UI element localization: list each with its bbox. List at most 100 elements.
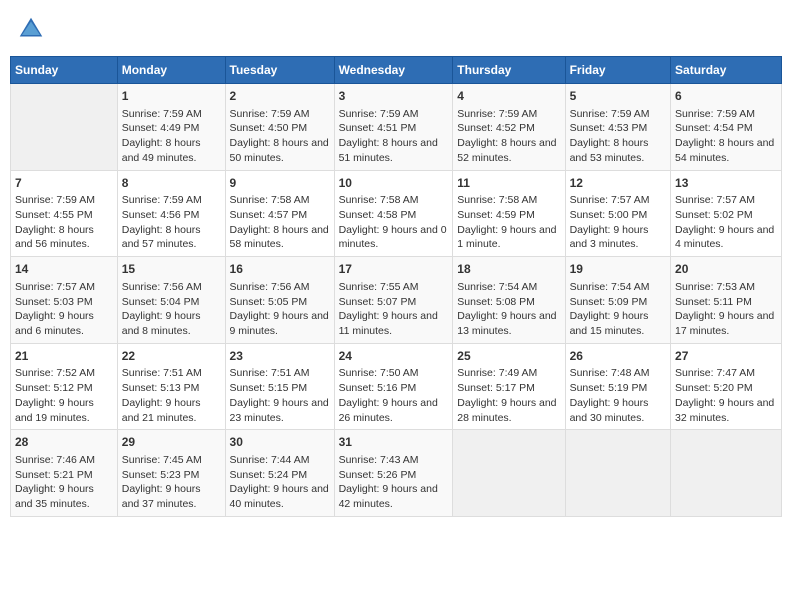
- day-number: 30: [230, 434, 330, 451]
- day-number: 31: [339, 434, 449, 451]
- week-row-5: 28 Sunrise: 7:46 AMSunset: 5:21 PMDaylig…: [11, 430, 782, 517]
- day-cell: 31 Sunrise: 7:43 AMSunset: 5:26 PMDaylig…: [334, 430, 453, 517]
- day-info: Sunrise: 7:59 AMSunset: 4:54 PMDaylight:…: [675, 107, 777, 166]
- day-cell: [453, 430, 565, 517]
- day-number: 28: [15, 434, 113, 451]
- col-header-wednesday: Wednesday: [334, 57, 453, 84]
- day-info: Sunrise: 7:57 AMSunset: 5:00 PMDaylight:…: [570, 193, 666, 252]
- day-info: Sunrise: 7:58 AMSunset: 4:58 PMDaylight:…: [339, 193, 449, 252]
- day-cell: 13 Sunrise: 7:57 AMSunset: 5:02 PMDaylig…: [671, 170, 782, 257]
- day-cell: 21 Sunrise: 7:52 AMSunset: 5:12 PMDaylig…: [11, 343, 118, 430]
- day-cell: 8 Sunrise: 7:59 AMSunset: 4:56 PMDayligh…: [117, 170, 225, 257]
- day-info: Sunrise: 7:44 AMSunset: 5:24 PMDaylight:…: [230, 453, 330, 512]
- day-number: 14: [15, 261, 113, 278]
- day-info: Sunrise: 7:59 AMSunset: 4:49 PMDaylight:…: [122, 107, 221, 166]
- day-info: Sunrise: 7:59 AMSunset: 4:52 PMDaylight:…: [457, 107, 560, 166]
- day-cell: [11, 84, 118, 171]
- day-number: 25: [457, 348, 560, 365]
- day-info: Sunrise: 7:51 AMSunset: 5:15 PMDaylight:…: [230, 366, 330, 425]
- day-cell: 18 Sunrise: 7:54 AMSunset: 5:08 PMDaylig…: [453, 257, 565, 344]
- day-info: Sunrise: 7:56 AMSunset: 5:04 PMDaylight:…: [122, 280, 221, 339]
- day-cell: 28 Sunrise: 7:46 AMSunset: 5:21 PMDaylig…: [11, 430, 118, 517]
- day-number: 12: [570, 175, 666, 192]
- day-cell: 1 Sunrise: 7:59 AMSunset: 4:49 PMDayligh…: [117, 84, 225, 171]
- day-cell: 3 Sunrise: 7:59 AMSunset: 4:51 PMDayligh…: [334, 84, 453, 171]
- col-header-friday: Friday: [565, 57, 670, 84]
- day-cell: 17 Sunrise: 7:55 AMSunset: 5:07 PMDaylig…: [334, 257, 453, 344]
- day-cell: 11 Sunrise: 7:58 AMSunset: 4:59 PMDaylig…: [453, 170, 565, 257]
- day-cell: 9 Sunrise: 7:58 AMSunset: 4:57 PMDayligh…: [225, 170, 334, 257]
- day-info: Sunrise: 7:59 AMSunset: 4:56 PMDaylight:…: [122, 193, 221, 252]
- week-row-2: 7 Sunrise: 7:59 AMSunset: 4:55 PMDayligh…: [11, 170, 782, 257]
- day-cell: 23 Sunrise: 7:51 AMSunset: 5:15 PMDaylig…: [225, 343, 334, 430]
- day-info: Sunrise: 7:48 AMSunset: 5:19 PMDaylight:…: [570, 366, 666, 425]
- day-cell: 15 Sunrise: 7:56 AMSunset: 5:04 PMDaylig…: [117, 257, 225, 344]
- week-row-1: 1 Sunrise: 7:59 AMSunset: 4:49 PMDayligh…: [11, 84, 782, 171]
- day-number: 24: [339, 348, 449, 365]
- day-number: 1: [122, 88, 221, 105]
- week-row-3: 14 Sunrise: 7:57 AMSunset: 5:03 PMDaylig…: [11, 257, 782, 344]
- day-info: Sunrise: 7:47 AMSunset: 5:20 PMDaylight:…: [675, 366, 777, 425]
- calendar-table: SundayMondayTuesdayWednesdayThursdayFrid…: [10, 56, 782, 517]
- day-cell: 26 Sunrise: 7:48 AMSunset: 5:19 PMDaylig…: [565, 343, 670, 430]
- header-row: SundayMondayTuesdayWednesdayThursdayFrid…: [11, 57, 782, 84]
- day-number: 7: [15, 175, 113, 192]
- day-number: 17: [339, 261, 449, 278]
- day-cell: 20 Sunrise: 7:53 AMSunset: 5:11 PMDaylig…: [671, 257, 782, 344]
- col-header-sunday: Sunday: [11, 57, 118, 84]
- day-info: Sunrise: 7:59 AMSunset: 4:50 PMDaylight:…: [230, 107, 330, 166]
- col-header-monday: Monday: [117, 57, 225, 84]
- day-info: Sunrise: 7:54 AMSunset: 5:09 PMDaylight:…: [570, 280, 666, 339]
- day-number: 8: [122, 175, 221, 192]
- day-cell: 19 Sunrise: 7:54 AMSunset: 5:09 PMDaylig…: [565, 257, 670, 344]
- day-number: 3: [339, 88, 449, 105]
- day-number: 20: [675, 261, 777, 278]
- day-cell: 6 Sunrise: 7:59 AMSunset: 4:54 PMDayligh…: [671, 84, 782, 171]
- day-number: 4: [457, 88, 560, 105]
- day-cell: 22 Sunrise: 7:51 AMSunset: 5:13 PMDaylig…: [117, 343, 225, 430]
- day-number: 15: [122, 261, 221, 278]
- day-info: Sunrise: 7:45 AMSunset: 5:23 PMDaylight:…: [122, 453, 221, 512]
- day-info: Sunrise: 7:59 AMSunset: 4:53 PMDaylight:…: [570, 107, 666, 166]
- day-number: 27: [675, 348, 777, 365]
- day-info: Sunrise: 7:57 AMSunset: 5:02 PMDaylight:…: [675, 193, 777, 252]
- day-info: Sunrise: 7:46 AMSunset: 5:21 PMDaylight:…: [15, 453, 113, 512]
- day-info: Sunrise: 7:52 AMSunset: 5:12 PMDaylight:…: [15, 366, 113, 425]
- day-number: 22: [122, 348, 221, 365]
- day-info: Sunrise: 7:56 AMSunset: 5:05 PMDaylight:…: [230, 280, 330, 339]
- day-number: 6: [675, 88, 777, 105]
- day-info: Sunrise: 7:50 AMSunset: 5:16 PMDaylight:…: [339, 366, 449, 425]
- logo-icon: [16, 14, 46, 44]
- day-cell: 10 Sunrise: 7:58 AMSunset: 4:58 PMDaylig…: [334, 170, 453, 257]
- day-info: Sunrise: 7:59 AMSunset: 4:55 PMDaylight:…: [15, 193, 113, 252]
- day-cell: 30 Sunrise: 7:44 AMSunset: 5:24 PMDaylig…: [225, 430, 334, 517]
- day-info: Sunrise: 7:55 AMSunset: 5:07 PMDaylight:…: [339, 280, 449, 339]
- day-number: 13: [675, 175, 777, 192]
- col-header-tuesday: Tuesday: [225, 57, 334, 84]
- day-number: 18: [457, 261, 560, 278]
- day-number: 2: [230, 88, 330, 105]
- day-info: Sunrise: 7:58 AMSunset: 4:57 PMDaylight:…: [230, 193, 330, 252]
- day-number: 9: [230, 175, 330, 192]
- day-info: Sunrise: 7:58 AMSunset: 4:59 PMDaylight:…: [457, 193, 560, 252]
- day-cell: [565, 430, 670, 517]
- day-cell: [671, 430, 782, 517]
- day-number: 23: [230, 348, 330, 365]
- day-info: Sunrise: 7:43 AMSunset: 5:26 PMDaylight:…: [339, 453, 449, 512]
- day-cell: 29 Sunrise: 7:45 AMSunset: 5:23 PMDaylig…: [117, 430, 225, 517]
- logo: [16, 14, 50, 44]
- day-cell: 7 Sunrise: 7:59 AMSunset: 4:55 PMDayligh…: [11, 170, 118, 257]
- day-info: Sunrise: 7:51 AMSunset: 5:13 PMDaylight:…: [122, 366, 221, 425]
- day-cell: 2 Sunrise: 7:59 AMSunset: 4:50 PMDayligh…: [225, 84, 334, 171]
- day-info: Sunrise: 7:59 AMSunset: 4:51 PMDaylight:…: [339, 107, 449, 166]
- day-number: 26: [570, 348, 666, 365]
- day-cell: 12 Sunrise: 7:57 AMSunset: 5:00 PMDaylig…: [565, 170, 670, 257]
- col-header-saturday: Saturday: [671, 57, 782, 84]
- day-cell: 25 Sunrise: 7:49 AMSunset: 5:17 PMDaylig…: [453, 343, 565, 430]
- day-number: 11: [457, 175, 560, 192]
- day-cell: 24 Sunrise: 7:50 AMSunset: 5:16 PMDaylig…: [334, 343, 453, 430]
- day-number: 29: [122, 434, 221, 451]
- day-number: 10: [339, 175, 449, 192]
- day-number: 16: [230, 261, 330, 278]
- day-cell: 5 Sunrise: 7:59 AMSunset: 4:53 PMDayligh…: [565, 84, 670, 171]
